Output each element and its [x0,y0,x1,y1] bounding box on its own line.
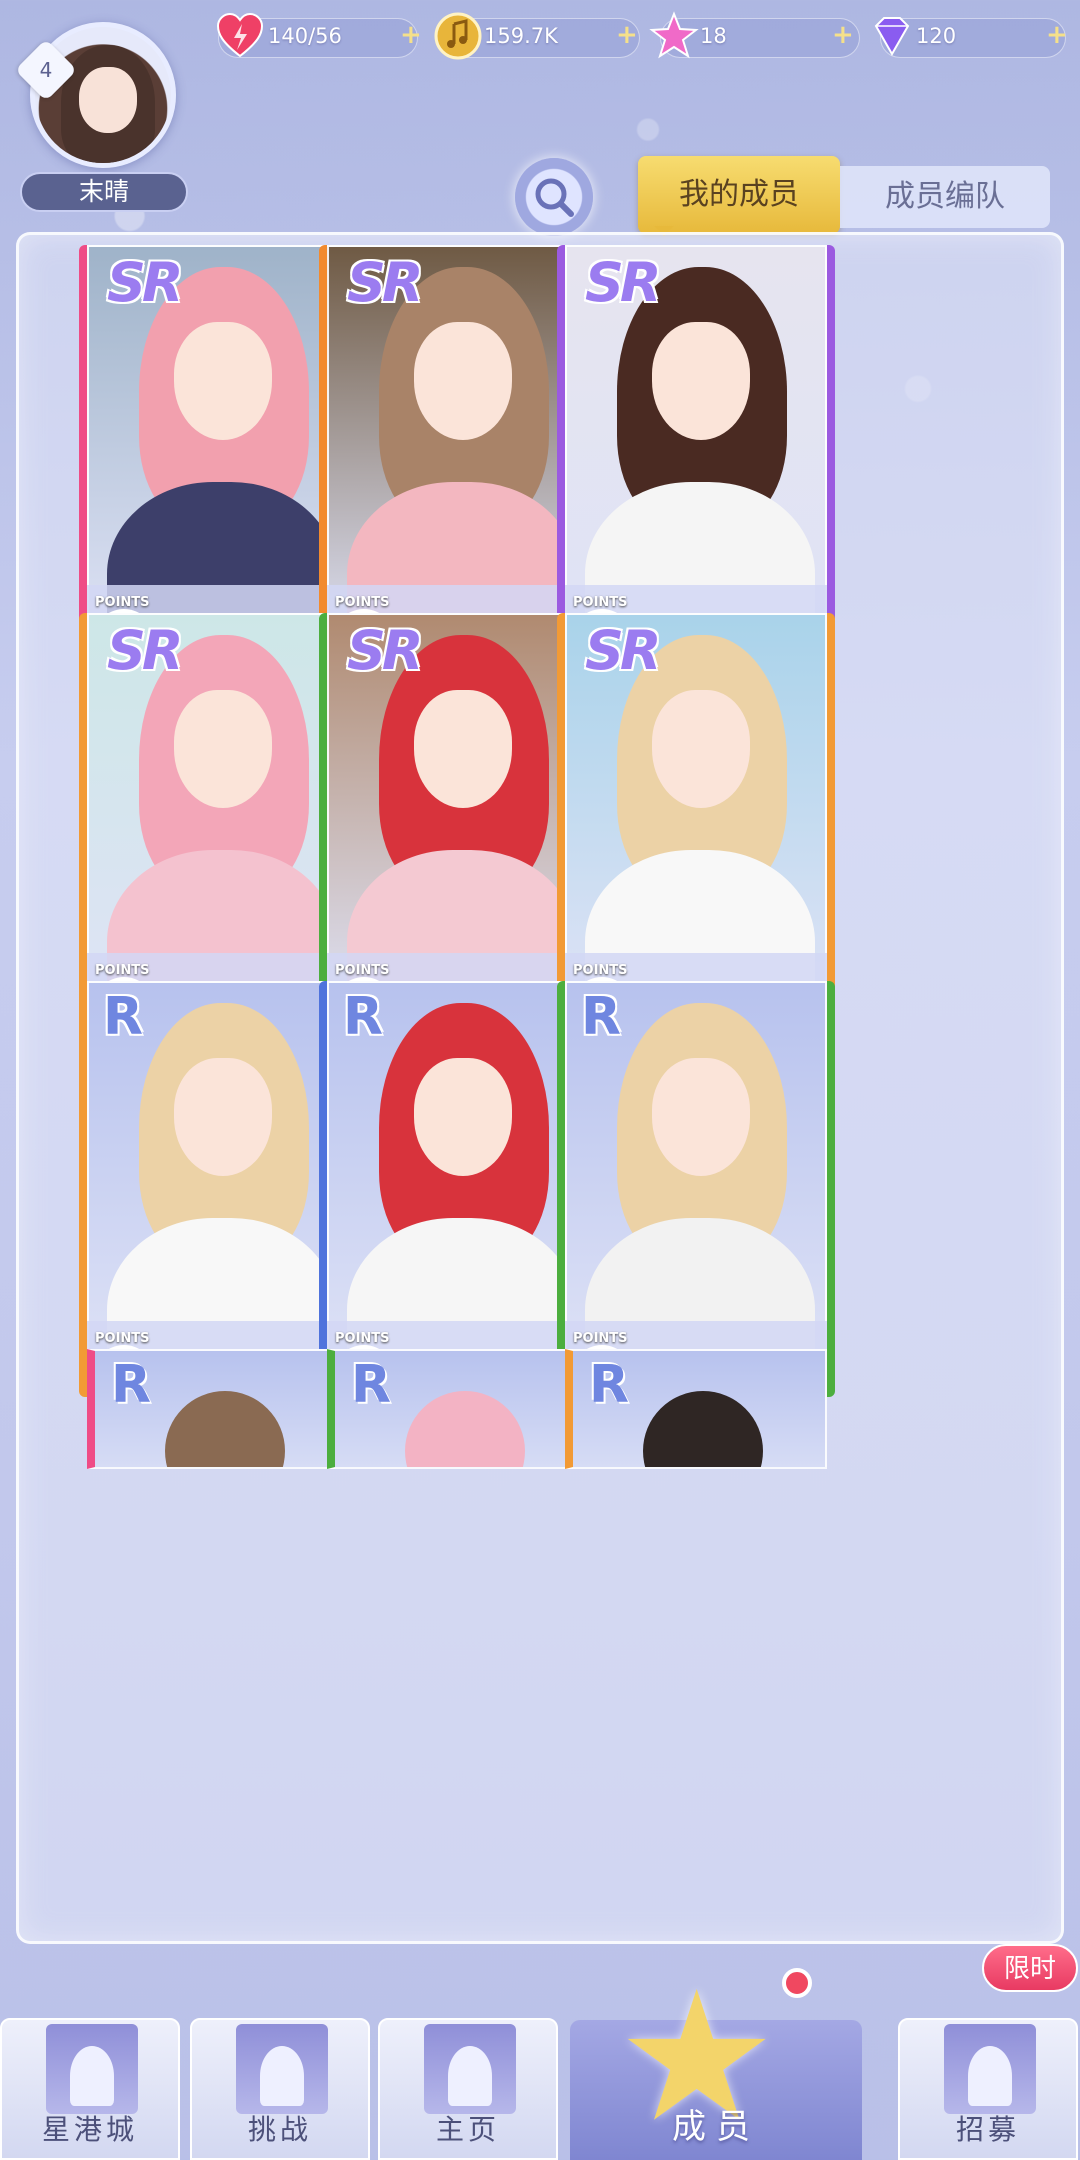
member-card-partial[interactable]: R [565,1349,827,1469]
avatar-face [79,67,137,133]
rarity-badge: R [589,1355,630,1415]
character-face [174,690,272,808]
character-face [652,1058,750,1176]
diamonds-value: 120 [916,24,957,48]
member-card[interactable]: RPOINTS5★★★等级：2 [79,981,357,1455]
points-label: POINTS [573,963,628,978]
nav-label-star-port: 星港城 [41,2113,138,2146]
player-name: 末晴 [20,172,188,212]
rarity-badge: SR [347,619,424,682]
stamina-add-button[interactable]: + [400,20,422,50]
nav-recruit[interactable]: 招募 [898,2018,1078,2160]
character-hair [405,1391,525,1467]
stars-value: 18 [700,24,727,48]
points-label: POINTS [95,595,150,610]
points-label: POINTS [335,595,390,610]
star-port-icon [46,2024,138,2114]
rarity-badge: R [351,1355,392,1415]
character-face [414,322,512,440]
character-face [174,322,272,440]
rarity-badge: SR [585,619,662,682]
member-card[interactable]: SRPOINTS8★★★★等级：5 [557,245,835,719]
members-panel: SRPOINTS8★★★★等级：8SRPOINTS8★★★★等级：5SRPOIN… [16,232,1064,1944]
nav-star-port[interactable]: 星港城 [0,2018,180,2160]
nav-home[interactable]: 主页 [378,2018,558,2160]
rarity-badge: R [343,987,383,1047]
music-coin-icon [434,12,482,60]
points-label: POINTS [335,1331,390,1346]
points-label: POINTS [95,963,150,978]
member-card-partial[interactable]: R [87,1349,349,1469]
player-level-badge: 4 [14,38,78,102]
points-label: POINTS [335,963,390,978]
coins-value: 159.7K [484,24,558,48]
coins-add-button[interactable]: + [616,20,638,50]
rarity-badge: R [581,987,621,1047]
purple-diamond-icon [874,17,910,57]
pink-star-gem-icon [649,11,699,59]
member-card[interactable]: SRPOINTS8★★★★等级：3 [79,613,357,1087]
character-face [652,690,750,808]
rarity-badge: SR [585,251,662,314]
home-icon [424,2024,516,2114]
tab-my-members[interactable]: 我的成员 [638,156,840,236]
diamonds-add-button[interactable]: + [1046,20,1068,50]
heart-icon [216,12,264,58]
character-hair [643,1391,763,1467]
stamina-value: 140/56 [268,24,342,48]
member-card[interactable]: RPOINTS5★★★等级：1 [557,981,835,1455]
player-avatar-area[interactable]: 4 [14,22,180,172]
nav-label-members: 成员 [672,2107,760,2147]
points-label: POINTS [573,595,628,610]
nav-members[interactable]: ★ 成员 [570,1968,862,2160]
rarity-badge: SR [107,251,184,314]
rarity-badge: R [103,987,143,1047]
points-label: POINTS [95,1331,150,1346]
nav-challenge[interactable]: 挑战 [190,2018,370,2160]
search-icon [535,178,574,217]
nav-label-home: 主页 [435,2113,500,2146]
limited-time-badge: 限时 [982,1944,1078,1992]
character-face [414,1058,512,1176]
nav-label-challenge: 挑战 [247,2113,312,2146]
character-face [414,690,512,808]
rarity-badge: SR [347,251,424,314]
character-face [174,1058,272,1176]
points-label: POINTS [573,1331,628,1346]
character-face [652,322,750,440]
recruit-icon [944,2024,1036,2114]
member-card[interactable]: SRPOINTS8★★★★等级：8 [79,245,357,719]
tab-team-formation[interactable]: 成员编队 [840,166,1050,228]
character-hair [165,1391,285,1467]
rarity-badge: SR [107,619,184,682]
nav-label-recruit: 招募 [955,2113,1020,2146]
rarity-badge: R [111,1355,152,1415]
bottom-nav: 星港城 挑战 主页 ★ 成员 招募 [0,1968,1080,2160]
stars-add-button[interactable]: + [832,20,854,50]
search-button[interactable] [515,158,593,236]
player-level-text: 4 [39,58,53,82]
member-card[interactable]: SRPOINTS8★★★★等级：1 [557,613,835,1087]
members-notification-dot [782,1968,812,1998]
member-card-partial[interactable]: R [327,1349,589,1469]
challenge-icon [236,2024,328,2114]
